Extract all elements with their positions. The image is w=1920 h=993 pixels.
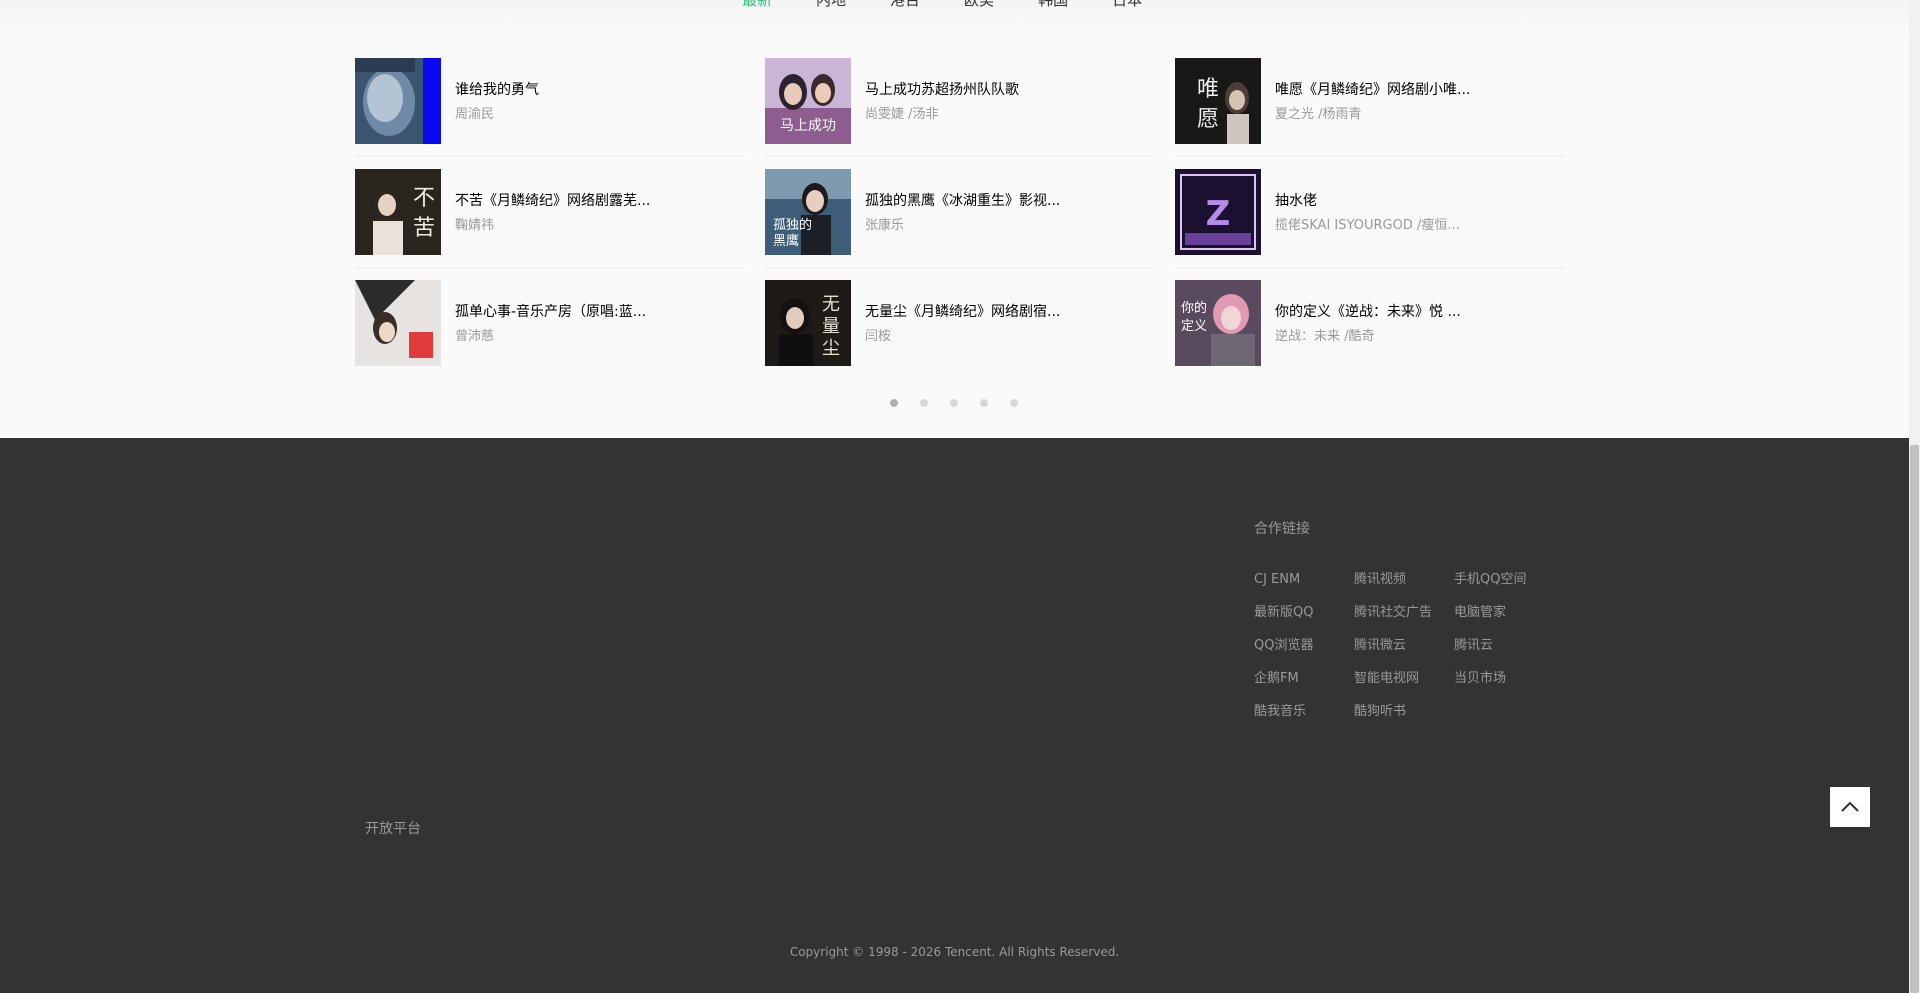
pagination-dot[interactable] xyxy=(980,399,988,407)
song-card[interactable]: 马上成功 马上成功苏超扬州队队歌 尚雯婕 /汤非 xyxy=(765,58,1155,168)
partner-link[interactable]: 酷狗听书 xyxy=(1354,703,1454,721)
partner-link[interactable]: 腾讯云 xyxy=(1454,637,1554,655)
new-songs-section: 最新 内地 港台 欧美 韩国 日本 谁给我的勇气 周渝民 马上成功 马上成功苏超… xyxy=(0,0,1909,438)
svg-text:唯: 唯 xyxy=(1197,77,1219,102)
partner-link[interactable]: 腾讯视频 xyxy=(1354,571,1454,589)
album-cover[interactable] xyxy=(355,280,441,366)
song-card[interactable]: 不苦 不苦《月鳞绮纪》网络剧露芜... 鞠婧祎 xyxy=(355,169,745,279)
song-card[interactable]: 唯愿 唯愿《月鳞绮纪》网络剧小唯... 夏之光 /杨雨青 xyxy=(1175,58,1565,168)
svg-text:尘: 尘 xyxy=(822,338,840,359)
partner-links: CJ ENM 腾讯视频 手机QQ空间 最新版QQ 腾讯社交广告 电脑管家 QQ浏… xyxy=(1254,571,1554,721)
footer: 合作链接 CJ ENM 腾讯视频 手机QQ空间 最新版QQ 腾讯社交广告 电脑管… xyxy=(0,438,1909,993)
song-title[interactable]: 不苦《月鳞绮纪》网络剧露芜... xyxy=(455,190,650,210)
tab-japan[interactable]: 日本 xyxy=(1112,0,1142,9)
partner-link[interactable]: 腾讯微云 xyxy=(1354,637,1454,655)
partner-link[interactable]: 酷我音乐 xyxy=(1254,703,1354,721)
song-artist[interactable]: 张康乐 xyxy=(865,214,904,233)
song-title[interactable]: 无量尘《月鳞绮纪》网络剧宿... xyxy=(865,301,1060,321)
svg-text:马上成功: 马上成功 xyxy=(780,118,836,134)
song-artist[interactable]: 曾沛慈 xyxy=(455,325,494,344)
svg-text:Z: Z xyxy=(1206,194,1231,234)
album-cover[interactable]: 不苦 xyxy=(355,169,441,255)
scrollbar-thumb[interactable] xyxy=(1910,445,1919,993)
album-cover[interactable]: Z xyxy=(1175,169,1261,255)
pagination-dot[interactable] xyxy=(890,399,898,407)
pagination-dot[interactable] xyxy=(920,399,928,407)
svg-text:定义: 定义 xyxy=(1181,319,1207,334)
region-tabs: 最新 内地 港台 欧美 韩国 日本 xyxy=(742,0,1186,9)
tab-hk-tw[interactable]: 港台 xyxy=(890,0,920,9)
song-artist[interactable]: 尚雯婕 /汤非 xyxy=(865,103,939,122)
carousel-pagination xyxy=(890,399,1040,407)
svg-text:孤独的: 孤独的 xyxy=(773,217,812,233)
song-title[interactable]: 抽水佬 xyxy=(1275,190,1317,210)
song-card[interactable]: Z 抽水佬 揽佬SKAI ISYOURGOD /瘦恒... xyxy=(1175,169,1565,279)
song-title[interactable]: 谁给我的勇气 xyxy=(455,79,539,99)
tab-mainland[interactable]: 内地 xyxy=(816,0,846,9)
song-title[interactable]: 孤独的黑鹰《冰湖重生》影视... xyxy=(865,190,1060,210)
album-cover[interactable] xyxy=(355,58,441,144)
partner-link[interactable]: 最新版QQ xyxy=(1254,604,1354,622)
song-artist[interactable]: 鞠婧祎 xyxy=(455,214,494,233)
song-artist[interactable]: 逆战：未来 /酷奇 xyxy=(1275,325,1375,344)
vertical-scrollbar[interactable] xyxy=(1909,0,1920,993)
divider xyxy=(1175,267,1565,268)
svg-text:无: 无 xyxy=(822,294,840,315)
song-artist[interactable]: 揽佬SKAI ISYOURGOD /瘦恒... xyxy=(1275,214,1460,233)
song-card[interactable]: 孤独的 黑鹰 孤独的黑鹰《冰湖重生》影视... 张康乐 xyxy=(765,169,1155,279)
song-card[interactable]: 无量尘 无量尘《月鳞绮纪》网络剧宿... 闫桉 xyxy=(765,280,1155,390)
song-title[interactable]: 你的定义《逆战：未来》悦 ... xyxy=(1275,301,1461,321)
partner-link[interactable]: 智能电视网 xyxy=(1354,670,1454,688)
album-cover[interactable]: 无量尘 xyxy=(765,280,851,366)
chevron-up-icon xyxy=(1840,798,1860,817)
svg-text:量: 量 xyxy=(822,316,840,337)
partner-link[interactable]: QQ浏览器 xyxy=(1254,637,1354,655)
partner-links-title: 合作链接 xyxy=(1254,521,1310,537)
svg-text:你的: 你的 xyxy=(1181,300,1207,316)
partner-link[interactable]: 腾讯社交广告 xyxy=(1354,604,1454,622)
partner-link[interactable]: CJ ENM xyxy=(1254,571,1354,589)
svg-text:苦: 苦 xyxy=(413,216,435,241)
song-card[interactable]: 谁给我的勇气 周渝民 xyxy=(355,58,745,168)
partner-link[interactable]: 企鹅FM xyxy=(1254,670,1354,688)
divider xyxy=(765,156,1155,157)
song-title[interactable]: 马上成功苏超扬州队队歌 xyxy=(865,79,1019,99)
album-cover[interactable]: 孤独的 黑鹰 xyxy=(765,169,851,255)
song-title[interactable]: 唯愿《月鳞绮纪》网络剧小唯... xyxy=(1275,79,1470,99)
divider xyxy=(355,267,745,268)
svg-text:愿: 愿 xyxy=(1197,107,1219,132)
album-cover[interactable]: 唯愿 xyxy=(1175,58,1261,144)
partner-link[interactable]: 电脑管家 xyxy=(1454,604,1554,622)
song-artist[interactable]: 闫桉 xyxy=(865,325,891,344)
album-cover[interactable]: 你的 定义 xyxy=(1175,280,1261,366)
divider xyxy=(355,156,745,157)
pagination-dot[interactable] xyxy=(950,399,958,407)
song-title[interactable]: 孤单心事-音乐产房（原唱:蓝... xyxy=(455,301,646,321)
song-card[interactable]: 你的定义 你的定义《逆战：未来》悦 ... 逆战：未来 /酷奇 xyxy=(1175,280,1565,390)
tab-latest[interactable]: 最新 xyxy=(742,0,772,9)
pagination-dot[interactable] xyxy=(1010,399,1018,407)
partner-link[interactable]: 手机QQ空间 xyxy=(1454,571,1554,589)
tab-korea[interactable]: 韩国 xyxy=(1038,0,1068,9)
song-artist[interactable]: 夏之光 /杨雨青 xyxy=(1275,103,1362,122)
song-artist[interactable]: 周渝民 xyxy=(455,103,494,122)
svg-text:黑鹰: 黑鹰 xyxy=(773,233,799,249)
divider xyxy=(765,267,1155,268)
svg-text:不: 不 xyxy=(413,186,435,211)
tab-western[interactable]: 欧美 xyxy=(964,0,994,9)
copyright-text: Copyright © 1998 - 2026 Tencent. All Rig… xyxy=(789,945,1120,959)
album-cover[interactable]: 马上成功 xyxy=(765,58,851,144)
song-card[interactable]: 孤单心事-音乐产房（原唱:蓝... 曾沛慈 xyxy=(355,280,745,390)
partner-link[interactable]: 当贝市场 xyxy=(1454,670,1554,688)
divider xyxy=(1175,156,1565,157)
page: 最新 内地 港台 欧美 韩国 日本 谁给我的勇气 周渝民 马上成功 马上成功苏超… xyxy=(0,0,1909,993)
open-platform-link[interactable]: 开放平台 xyxy=(365,818,421,838)
back-to-top-button[interactable] xyxy=(1830,787,1870,827)
